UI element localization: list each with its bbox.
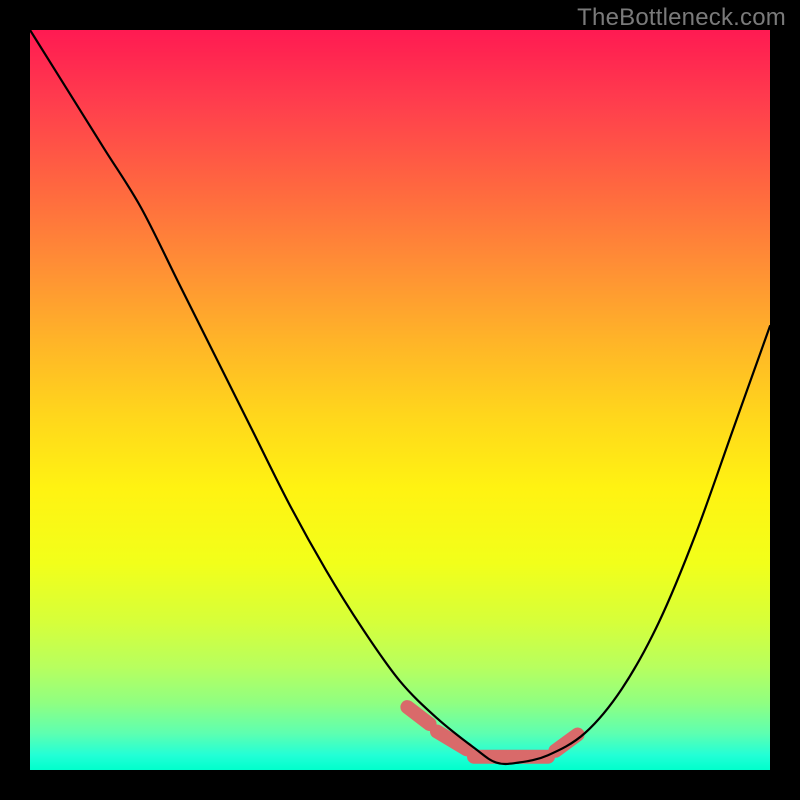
highlight-segment xyxy=(437,732,467,750)
highlight-segment xyxy=(555,735,577,751)
bottleneck-curve xyxy=(30,30,770,764)
plot-area xyxy=(30,30,770,770)
chart-frame: TheBottleneck.com xyxy=(0,0,800,800)
watermark-text: TheBottleneck.com xyxy=(577,4,786,32)
curve-svg xyxy=(30,30,770,770)
